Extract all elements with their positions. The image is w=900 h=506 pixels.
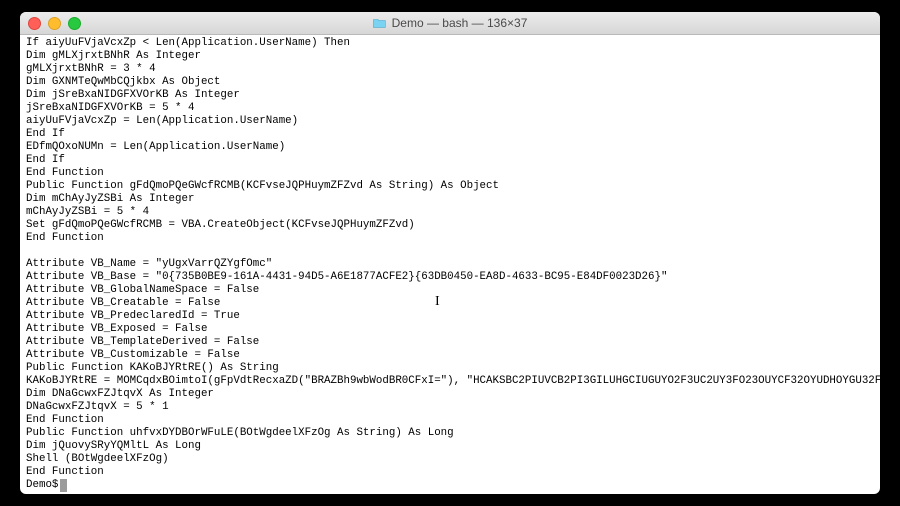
window-title-text: Demo — bash — 136×37 bbox=[392, 16, 528, 30]
folder-icon bbox=[373, 18, 386, 28]
close-icon[interactable] bbox=[28, 17, 41, 30]
terminal-body[interactable]: If aiyUuFVjaVcxZp < Len(Application.User… bbox=[20, 35, 880, 494]
minimize-icon[interactable] bbox=[48, 17, 61, 30]
prompt-line[interactable]: Demo$ bbox=[26, 479, 874, 492]
prompt-text: Demo$ bbox=[26, 479, 58, 492]
window-title: Demo — bash — 136×37 bbox=[20, 16, 880, 30]
cursor-icon bbox=[60, 479, 67, 492]
zoom-icon[interactable] bbox=[68, 17, 81, 30]
window-controls bbox=[28, 17, 81, 30]
titlebar[interactable]: Demo — bash — 136×37 bbox=[20, 12, 880, 35]
terminal-output: If aiyUuFVjaVcxZp < Len(Application.User… bbox=[26, 37, 874, 479]
terminal-window: Demo — bash — 136×37 If aiyUuFVjaVcxZp <… bbox=[20, 12, 880, 494]
